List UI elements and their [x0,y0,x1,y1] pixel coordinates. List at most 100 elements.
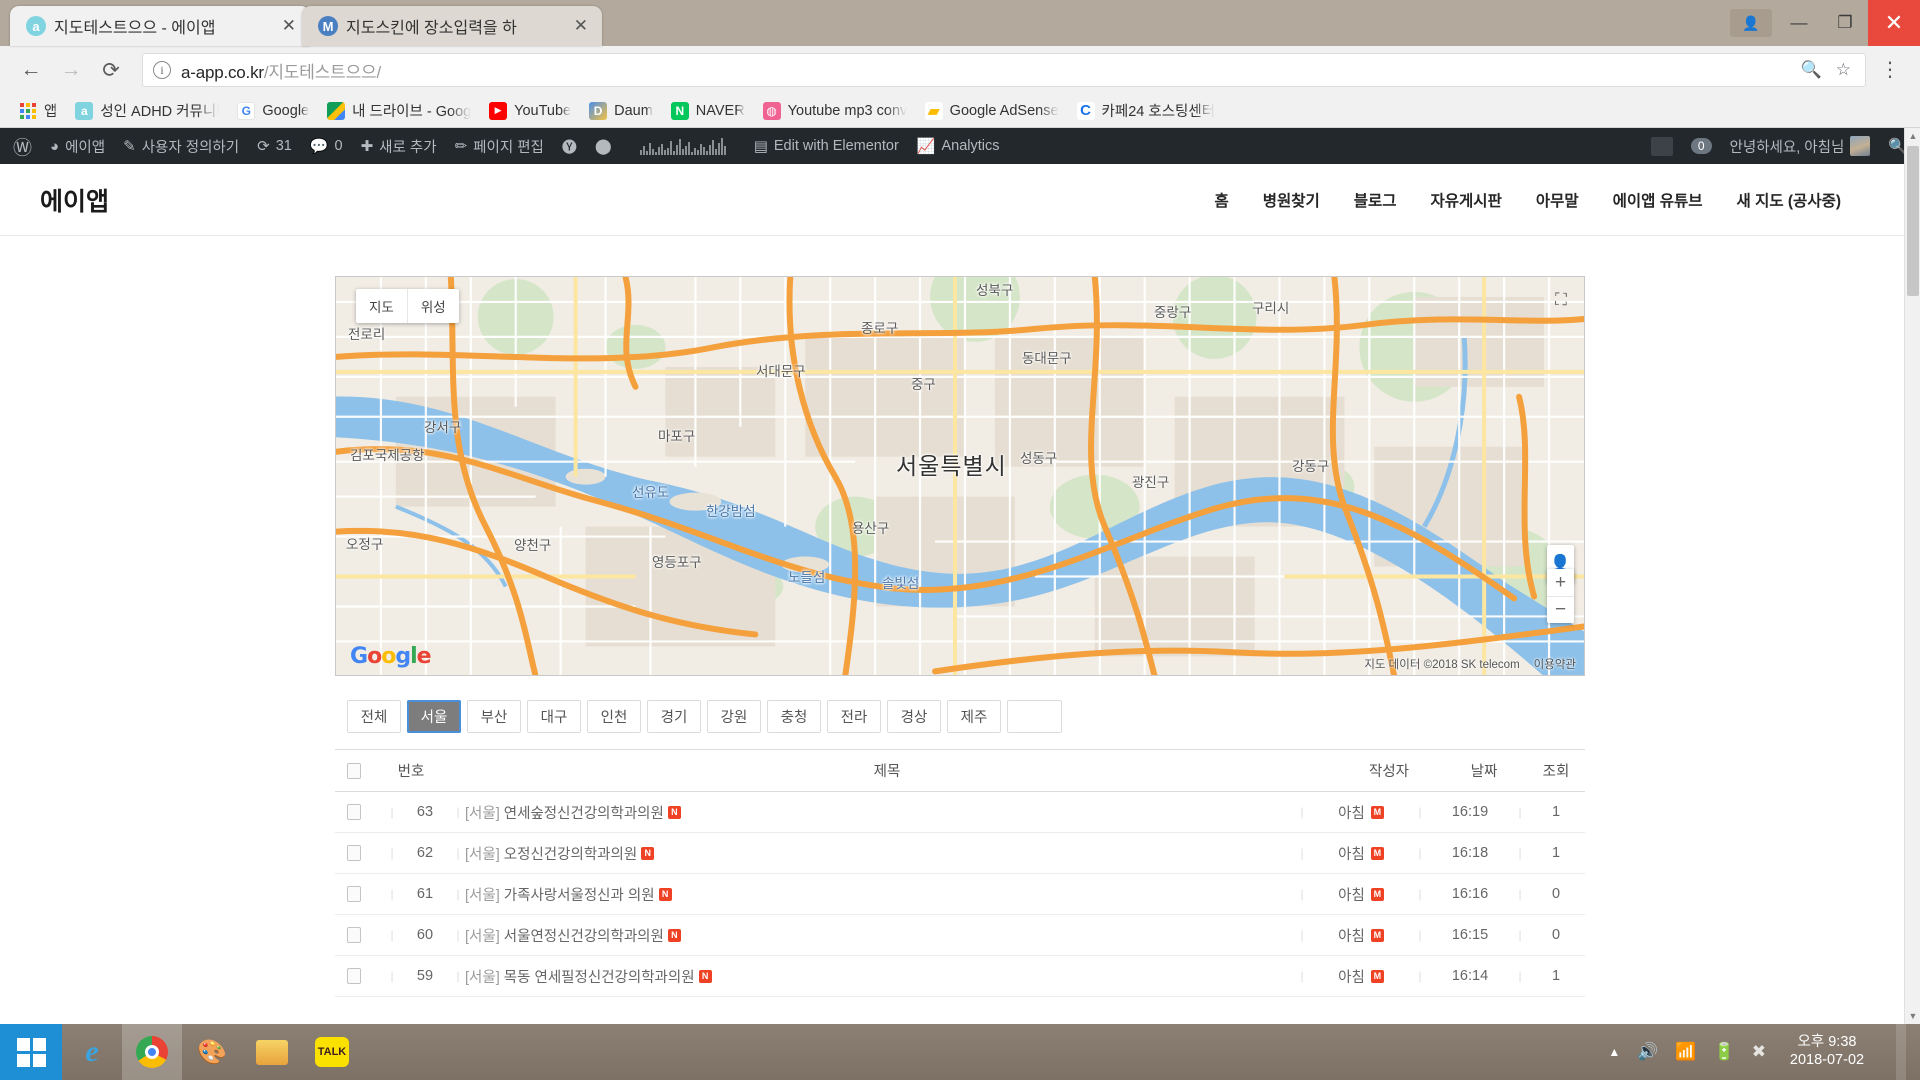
filter-gyeongsang[interactable]: 경상 [887,700,941,733]
filter-seoul[interactable]: 서울 [407,700,461,733]
bookmark-adhd[interactable]: a 성인 ADHD 커뮤니티 [67,98,227,124]
show-desktop-button[interactable] [1896,1024,1906,1080]
bookmark-mp3converter[interactable]: ◍ Youtube mp3 converter [755,98,915,124]
scrollbar-thumb[interactable] [1907,146,1919,296]
wp-analytics[interactable]: 📈 Analytics [908,128,1009,164]
site-logo[interactable]: 에이앱 [40,182,109,218]
page-scrollbar[interactable]: ▲ ▼ [1904,128,1920,1024]
wp-yoast[interactable]: 🅨 [553,128,586,164]
nav-item-new-map[interactable]: 새 지도 (공사중) [1720,189,1859,211]
bookmark-google[interactable]: G Google [229,98,317,124]
map-type-map-button[interactable]: 지도 [356,289,407,323]
site-info-icon[interactable]: i [153,61,171,79]
address-bar[interactable]: i a-app.co.kr/지도테스트으으/ 🔍 ☆ [142,53,1866,87]
row-title[interactable]: [서울] 가족사랑서울정신과 의원 N [465,884,1295,905]
volume-icon[interactable]: 🔊 [1637,1042,1658,1062]
nav-item-youtube[interactable]: 에이앱 유튜브 [1596,189,1720,211]
nav-item-home[interactable]: 홈 [1197,189,1245,211]
wp-my-account[interactable]: 안녕하세요, 아침님 [1721,128,1880,164]
table-row[interactable]: | 59 | [서울] 목동 연세필정신건강의학과의원 N | 아침 M | 16… [335,956,1585,997]
filter-chungcheong[interactable]: 충청 [767,700,821,733]
scroll-up-arrow-icon[interactable]: ▲ [1905,128,1920,144]
row-title[interactable]: [서울] 오정신건강의학과의원 N [465,843,1295,864]
battery-icon[interactable]: 🔋 [1714,1042,1735,1062]
bookmark-naver[interactable]: N NAVER [663,98,753,124]
nav-item-free-board[interactable]: 자유게시판 [1414,189,1519,211]
kakaotalk-icon[interactable]: TALK [302,1024,362,1080]
tray-chevron-icon[interactable]: ▲ [1608,1045,1620,1059]
filter-incheon[interactable]: 인천 [587,700,641,733]
select-all-checkbox[interactable] [347,762,385,779]
row-title[interactable]: [서울] 연세숲정신건강의학과의원 N [465,802,1295,823]
reload-icon[interactable]: ⟳ [94,53,128,87]
bookmark-youtube[interactable]: ▶ YouTube [481,98,579,124]
browser-tab-active[interactable]: a 지도테스트으으 - 에이앱 ✕ [10,6,310,46]
wp-plugin-dot[interactable]: ⬤ [586,128,621,164]
table-row[interactable]: | 63 | [서울] 연세숲정신건강의학과의원 N | 아침 M | 16:19… [335,792,1585,833]
network-icon[interactable]: 📶 [1675,1042,1696,1062]
row-checkbox[interactable] [347,886,385,902]
row-checkbox[interactable] [347,845,385,861]
profile-button[interactable]: 👤 [1730,9,1772,37]
nav-item-find-hospital[interactable]: 병원찾기 [1246,189,1337,211]
wp-edit-with-elementor[interactable]: ▤ Edit with Elementor [745,128,908,164]
table-row[interactable]: | 62 | [서울] 오정신건강의학과의원 N | 아침 M | 16:18 |… [335,833,1585,874]
maximize-button[interactable]: ❐ [1822,7,1868,39]
chrome-menu-icon[interactable]: ⋮ [1874,60,1906,80]
taskbar-clock[interactable]: 오후 9:38 2018-07-02 [1783,1034,1871,1069]
nav-item-anything[interactable]: 아무말 [1519,189,1596,211]
browser-tab-inactive[interactable]: M 지도스킨에 장소입력을 하 ✕ [302,6,602,46]
row-checkbox[interactable] [347,927,385,943]
wp-new-content[interactable]: ✚ 새로 추가 [352,128,446,164]
filter-all[interactable]: 전체 [347,700,401,733]
wp-messages[interactable] [1642,128,1682,164]
filter-gangwon[interactable]: 강원 [707,700,761,733]
filter-busan[interactable]: 부산 [467,700,521,733]
windows-start-icon[interactable] [0,1024,62,1080]
filter-gyeonggi[interactable]: 경기 [647,700,701,733]
scroll-down-arrow-icon[interactable]: ▼ [1905,1008,1920,1024]
filter-daegu[interactable]: 대구 [527,700,581,733]
window-close-button[interactable]: ✕ [1868,0,1920,46]
zoom-icon[interactable]: 🔍 [1801,60,1822,80]
file-explorer-icon[interactable] [242,1024,302,1080]
forward-icon[interactable]: → [54,53,88,87]
nav-item-blog[interactable]: 블로그 [1337,189,1414,211]
row-checkbox[interactable] [347,804,385,820]
bookmark-star-icon[interactable]: ☆ [1836,60,1851,80]
fullscreen-icon[interactable]: ⛶ [1550,289,1572,311]
wp-notifications[interactable]: 0 [1682,128,1721,164]
zoom-out-button[interactable]: − [1547,596,1574,623]
bookmark-cafe24[interactable]: C 카페24 호스팅센터 [1069,98,1224,124]
action-center-icon[interactable]: ✖ [1752,1042,1766,1062]
table-row[interactable]: | 60 | [서울] 서울연정신건강의학과의원 N | 아침 M | 16:15… [335,915,1585,956]
internet-explorer-icon[interactable]: e [62,1024,122,1080]
wp-site-name[interactable]: ◕ 에이앱 [41,128,114,164]
wp-stats-sparkline[interactable] [621,128,745,164]
back-icon[interactable]: ← [14,53,48,87]
wp-edit-page[interactable]: ✏ 페이지 편집 [446,128,553,164]
map-terms-link[interactable]: 이용약관 [1534,656,1576,672]
wp-comments[interactable]: 💬 0 [301,128,352,164]
filter-jeolla[interactable]: 전라 [827,700,881,733]
filter-blank[interactable] [1007,700,1062,733]
close-icon[interactable]: ✕ [278,16,300,36]
minimize-button[interactable]: — [1776,7,1822,39]
paint-icon[interactable]: 🎨 [182,1024,242,1080]
close-icon[interactable]: ✕ [570,16,592,36]
google-map[interactable]: 서울특별시 종로구 중구 서대문구 마포구 강서구 김포국제공항 오정구 양천구… [335,276,1585,676]
bookmark-apps[interactable]: 앱 [8,98,65,124]
wp-customize[interactable]: ✎ 사용자 정의하기 [114,128,248,164]
wp-logo-menu[interactable]: Ⓦ [4,128,41,164]
row-checkbox[interactable] [347,968,385,984]
zoom-in-button[interactable]: + [1547,569,1574,596]
row-title[interactable]: [서울] 서울연정신건강의학과의원 N [465,925,1295,946]
filter-jeju[interactable]: 제주 [947,700,1001,733]
row-title[interactable]: [서울] 목동 연세필정신건강의학과의원 N [465,966,1295,987]
chrome-icon[interactable] [122,1024,182,1080]
bookmark-adsense[interactable]: ▰ Google AdSense [917,98,1067,124]
bookmark-daum[interactable]: D Daum [581,98,661,124]
wp-updates[interactable]: ⟳ 31 [248,128,301,164]
map-type-satellite-button[interactable]: 위성 [406,289,459,323]
table-row[interactable]: | 61 | [서울] 가족사랑서울정신과 의원 N | 아침 M | 16:16… [335,874,1585,915]
